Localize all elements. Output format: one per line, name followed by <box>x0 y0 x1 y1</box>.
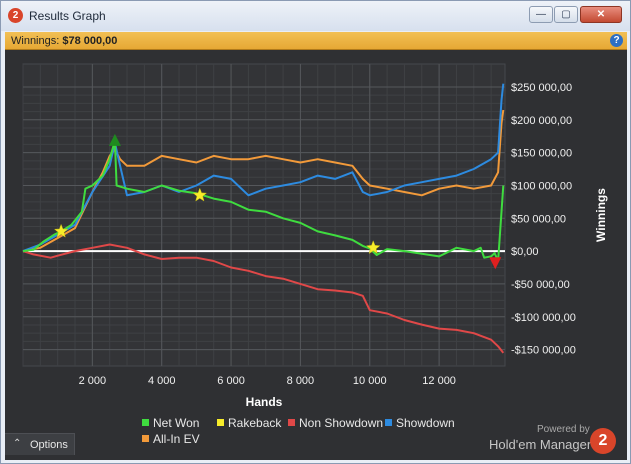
x-tick-label: 2 000 <box>79 375 107 387</box>
brand-name: Hold'em Manager <box>489 437 592 452</box>
y-tick-label: -$100 000,00 <box>511 312 576 324</box>
options-label: Options <box>30 439 68 451</box>
legend-swatch <box>217 419 224 426</box>
y-axis-title: Winnings <box>594 188 608 242</box>
y-tick-label: $0,00 <box>511 246 539 258</box>
y-tick-label: -$150 000,00 <box>511 345 576 357</box>
app-icon: 2 <box>8 8 23 23</box>
help-icon[interactable]: ? <box>610 34 623 47</box>
plot-area <box>22 63 506 367</box>
legend-swatch <box>288 419 295 426</box>
y-tick-label: $100 000,00 <box>511 180 572 192</box>
winnings-value: $78 000,00 <box>62 35 118 47</box>
legend-swatch <box>385 419 392 426</box>
legend-label: Non Showdown <box>299 416 383 430</box>
graph-panel: 2 000 4 000 6 000 8 000 10 000 12 000 $250 000… <box>5 50 627 460</box>
y-tick-label: -$50 000,00 <box>511 279 570 291</box>
maximize-button[interactable]: ▢ <box>554 6 578 23</box>
x-tick-label: 8 000 <box>287 375 315 387</box>
minimize-button[interactable]: — <box>529 6 553 23</box>
powered-by-text: Powered by <box>537 424 590 435</box>
winnings-summary: Winnings: $78 000,00 <box>11 35 117 47</box>
x-tick-label: 10 000 <box>353 375 387 387</box>
y-tick-label: $50 000,00 <box>511 213 566 225</box>
legend-label: Rakeback <box>228 416 282 430</box>
chevron-up-icon: ⌃ <box>13 438 22 449</box>
x-tick-label: 12 000 <box>422 375 456 387</box>
y-tick-label: $150 000,00 <box>511 148 572 160</box>
close-button[interactable]: ✕ <box>580 6 622 23</box>
results-graph-window: 2 Results Graph — ▢ ✕ Winnings: $78 000,… <box>0 0 631 464</box>
winnings-summary-bar: Winnings: $78 000,00 ? <box>5 32 627 50</box>
x-tick-label: 4 000 <box>148 375 176 387</box>
brand-logo: 2 <box>590 428 616 454</box>
legend-label: Net Won <box>153 416 199 430</box>
results-chart[interactable]: 2 000 4 000 6 000 8 000 10 000 12 000 $250 000… <box>5 50 627 460</box>
legend-swatch <box>142 435 149 442</box>
legend-label: All-In EV <box>153 432 200 446</box>
x-axis-title: Hands <box>246 395 283 409</box>
legend-swatch <box>142 419 149 426</box>
winnings-label: Winnings: <box>11 35 60 47</box>
y-tick-label: $200 000,00 <box>511 115 572 127</box>
y-tick-label: $250 000,00 <box>511 82 572 94</box>
options-button[interactable]: ⌃ Options <box>5 433 75 455</box>
x-tick-label: 6 000 <box>217 375 245 387</box>
legend-label: Showdown <box>396 416 455 430</box>
window-title: Results Graph <box>29 9 106 23</box>
title-bar[interactable]: 2 Results Graph — ▢ ✕ <box>1 1 630 31</box>
